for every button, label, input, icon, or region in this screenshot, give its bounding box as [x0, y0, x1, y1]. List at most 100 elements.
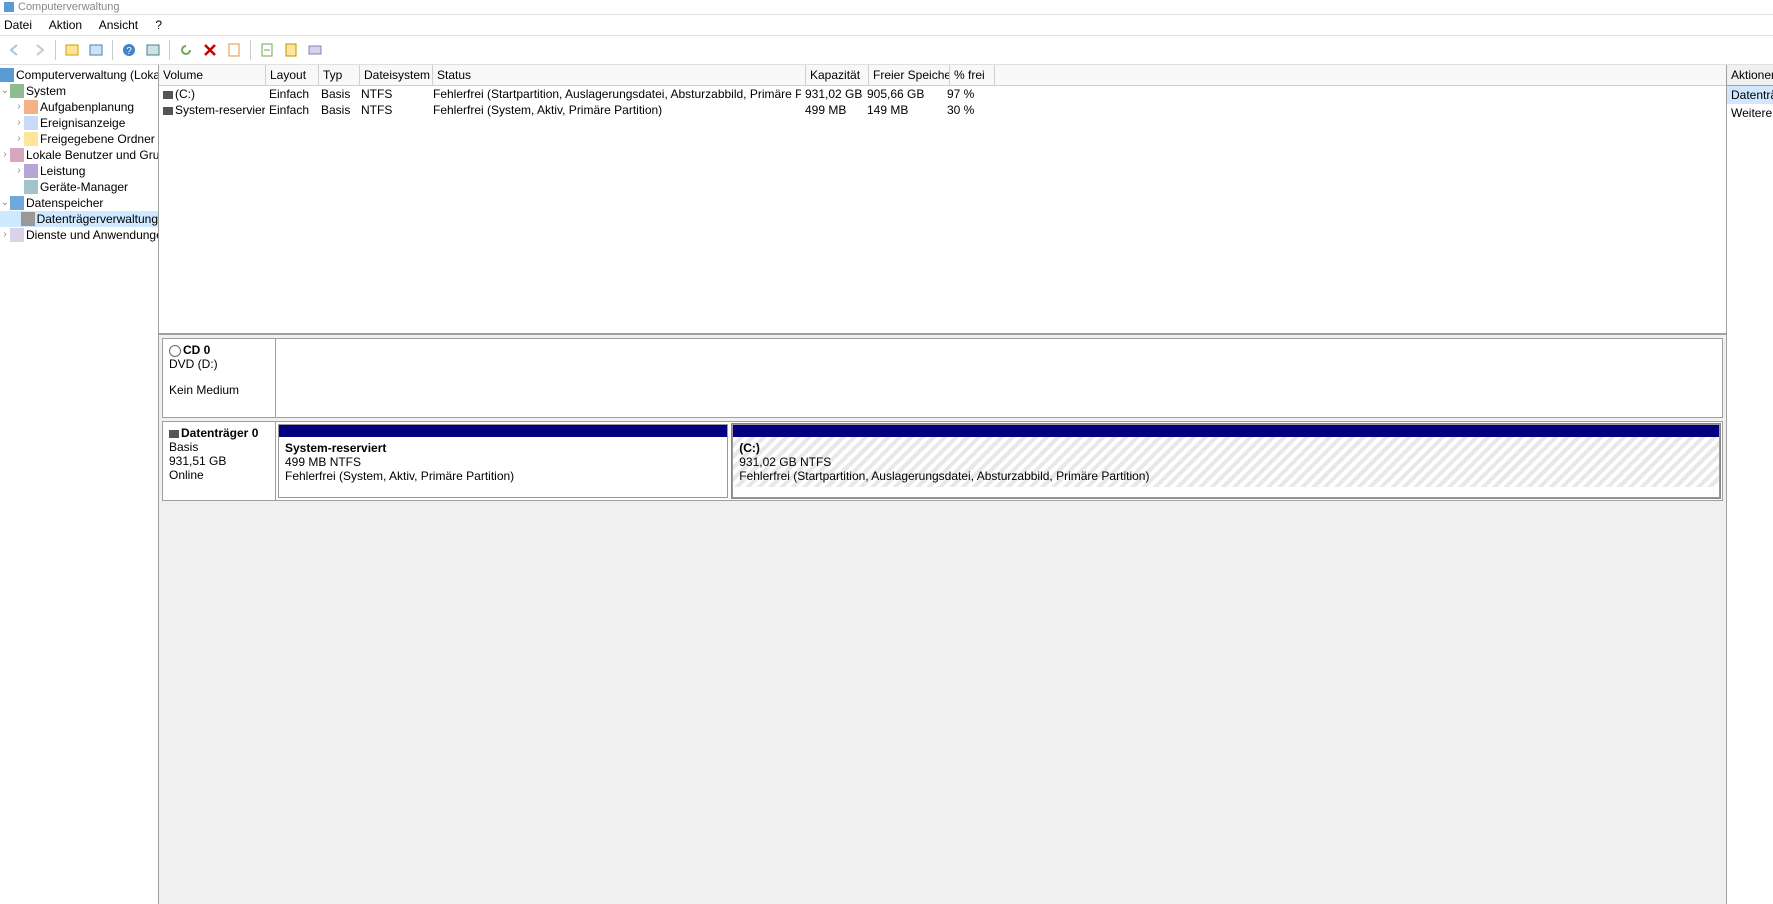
volume-list: Volume Layout Typ Dateisystem Status Kap…	[159, 65, 1726, 335]
cdrom-row[interactable]: CD 0 DVD (D:) Kein Medium	[162, 338, 1723, 418]
cell-fs: NTFS	[357, 86, 429, 102]
tree-services[interactable]: ›Dienste und Anwendungen	[0, 227, 158, 243]
show-hide-tree-icon[interactable]	[61, 39, 83, 61]
disk0-type: Basis	[169, 440, 269, 454]
cell-typ: Basis	[317, 86, 357, 102]
col-status[interactable]: Status	[433, 65, 806, 85]
col-layout[interactable]: Layout	[266, 65, 319, 85]
tree-task-label: Aufgabenplanung	[40, 99, 134, 115]
cd-line2: DVD (D:)	[169, 357, 269, 371]
cd-line3: Kein Medium	[169, 383, 269, 397]
p2-name: (C:)	[739, 441, 760, 455]
tree-diskmgmt[interactable]: Datenträgerverwaltung	[0, 211, 158, 227]
cell-pct: 97 %	[943, 86, 987, 102]
cell-cap: 931,02 GB	[801, 86, 863, 102]
volume-row[interactable]: System-reserviert Einfach Basis NTFS Feh…	[159, 102, 1726, 118]
main-pane: Volume Layout Typ Dateisystem Status Kap…	[159, 65, 1727, 904]
actions-header: Aktionen	[1727, 65, 1773, 86]
col-pct[interactable]: % frei	[950, 65, 995, 85]
p2-info: 931,02 GB NTFS	[739, 455, 831, 469]
p1-name: System-reserviert	[285, 441, 386, 455]
cell-free: 905,66 GB	[863, 86, 943, 102]
cell-pct: 30 %	[943, 102, 987, 118]
help-icon[interactable]: ?	[118, 39, 140, 61]
disk0-size: 931,51 GB	[169, 454, 269, 468]
col-cap[interactable]: Kapazität	[806, 65, 869, 85]
properties-icon[interactable]	[223, 39, 245, 61]
menubar: Datei Aktion Ansicht ?	[0, 14, 1773, 35]
action-diskmgmt[interactable]: Datenträgerverwaltung	[1727, 86, 1773, 104]
col-typ[interactable]: Typ	[319, 65, 360, 85]
tree-shared[interactable]: ›Freigegebene Ordner	[0, 131, 158, 147]
tree-shared-label: Freigegebene Ordner	[40, 131, 155, 147]
menu-file[interactable]: Datei	[4, 18, 32, 32]
delete-icon[interactable]	[199, 39, 221, 61]
tree-perf-label: Leistung	[40, 163, 85, 179]
svg-text:?: ?	[126, 46, 132, 57]
tree-perf[interactable]: ›Leistung	[0, 163, 158, 179]
col-free[interactable]: Freier Speicher	[869, 65, 950, 85]
cell-name: (C:)	[175, 87, 195, 101]
menu-view[interactable]: Ansicht	[99, 18, 138, 32]
tree-storage[interactable]: ⌄Datenspeicher	[0, 195, 158, 211]
cell-name: System-reserviert	[175, 103, 265, 117]
col-volume[interactable]: Volume	[159, 65, 266, 85]
separator	[55, 40, 56, 60]
disk0-label: Datenträger 0 Basis 931,51 GB Online	[163, 422, 276, 500]
app-icon	[4, 2, 14, 12]
menu-action[interactable]: Aktion	[49, 18, 82, 32]
window-title: Computerverwaltung	[18, 1, 120, 13]
p1-info: 499 MB NTFS	[285, 455, 361, 469]
disk0-state: Online	[169, 468, 269, 482]
detach-vhd-icon[interactable]	[304, 39, 326, 61]
separator	[169, 40, 170, 60]
disk0-title: Datenträger 0	[181, 426, 258, 440]
partition-system-reserved[interactable]: System-reserviert 499 MB NTFS Fehlerfrei…	[278, 424, 728, 498]
volume-row[interactable]: (C:) Einfach Basis NTFS Fehlerfrei (Star…	[159, 86, 1726, 102]
cell-status: Fehlerfrei (System, Aktiv, Primäre Parti…	[429, 102, 801, 118]
cell-status: Fehlerfrei (Startpartition, Auslagerungs…	[429, 86, 801, 102]
col-fs[interactable]: Dateisystem	[360, 65, 433, 85]
disk-icon	[169, 430, 179, 438]
nav-tree: Computerverwaltung (Lokal) ⌄System ›Aufg…	[0, 65, 159, 904]
tree-event-label: Ereignisanzeige	[40, 115, 125, 131]
p2-status: Fehlerfrei (Startpartition, Auslagerungs…	[739, 469, 1149, 483]
tree-system[interactable]: ⌄System	[0, 83, 158, 99]
disk-graphical-view: CD 0 DVD (D:) Kein Medium Datenträger 0 …	[159, 335, 1726, 904]
refresh-icon[interactable]	[175, 39, 197, 61]
partition-stripe	[733, 425, 1719, 437]
cell-layout: Einfach	[265, 102, 317, 118]
tree-devmgr-label: Geräte-Manager	[40, 179, 128, 195]
actions-pane: Aktionen Datenträgerverwaltung Weitere A…	[1727, 65, 1773, 904]
separator	[250, 40, 251, 60]
disk0-row[interactable]: Datenträger 0 Basis 931,51 GB Online Sys…	[162, 421, 1723, 501]
window-titlebar: Computerverwaltung	[0, 0, 1773, 14]
view-settings-icon[interactable]	[142, 39, 164, 61]
drive-icon	[163, 107, 173, 115]
separator	[112, 40, 113, 60]
tree-devmgr[interactable]: Geräte-Manager	[0, 179, 158, 195]
menu-help[interactable]: ?	[155, 18, 162, 32]
cdrom-label: CD 0 DVD (D:) Kein Medium	[163, 339, 276, 417]
attach-vhd-icon[interactable]	[280, 39, 302, 61]
partition-c[interactable]: (C:) 931,02 GB NTFS Fehlerfrei (Startpar…	[732, 424, 1720, 498]
forward-icon[interactable]	[28, 39, 50, 61]
back-icon[interactable]	[4, 39, 26, 61]
show-hide-action-icon[interactable]	[85, 39, 107, 61]
cd-title: CD 0	[183, 343, 210, 357]
cell-layout: Einfach	[265, 86, 317, 102]
cell-cap: 499 MB	[801, 102, 863, 118]
cdrom-icon	[169, 345, 181, 357]
tree-services-label: Dienste und Anwendungen	[26, 227, 159, 243]
drive-icon	[163, 91, 173, 99]
cell-typ: Basis	[317, 102, 357, 118]
tree-root[interactable]: Computerverwaltung (Lokal)	[0, 67, 158, 83]
action-more[interactable]: Weitere Aktionen	[1727, 104, 1773, 122]
tree-task[interactable]: ›Aufgabenplanung	[0, 99, 158, 115]
p1-status: Fehlerfrei (System, Aktiv, Primäre Parti…	[285, 469, 514, 483]
tree-event[interactable]: ›Ereignisanzeige	[0, 115, 158, 131]
tree-storage-label: Datenspeicher	[26, 195, 103, 211]
tree-users[interactable]: ›Lokale Benutzer und Gruppen	[0, 147, 158, 163]
rescan-icon[interactable]	[256, 39, 278, 61]
toolbar: ?	[0, 35, 1773, 65]
